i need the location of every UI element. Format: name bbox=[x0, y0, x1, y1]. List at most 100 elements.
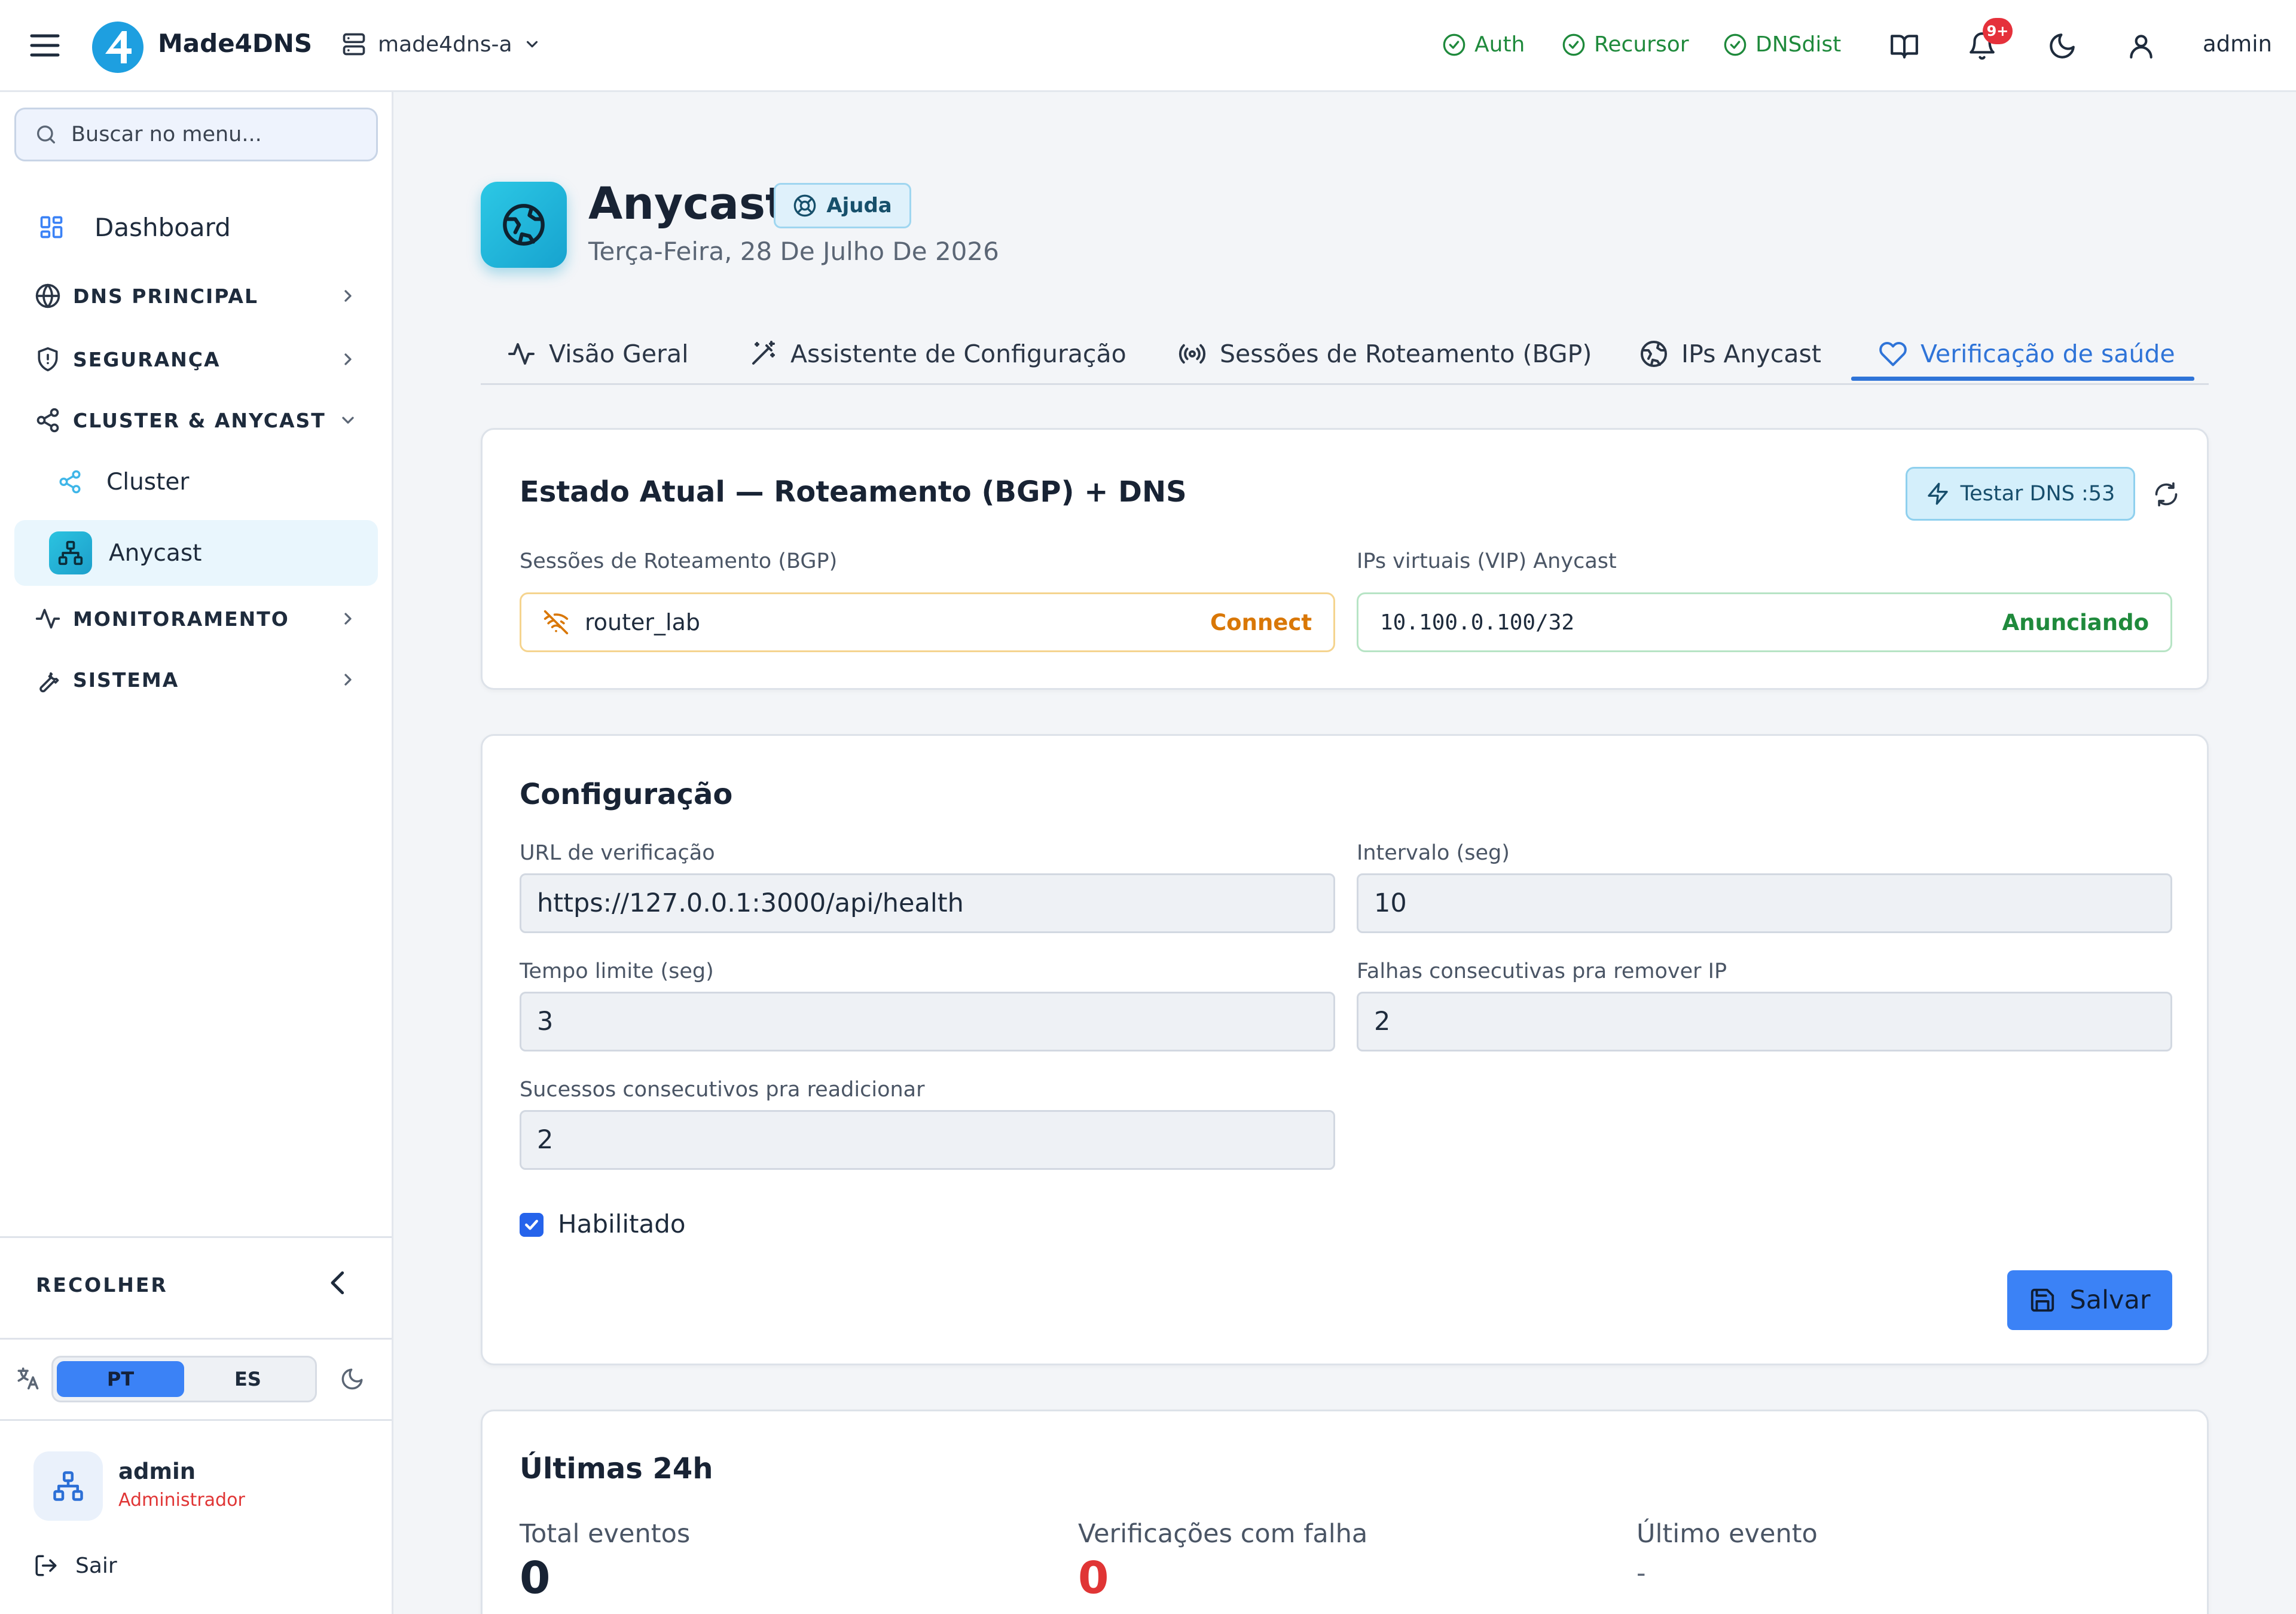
help-button[interactable]: Ajuda bbox=[774, 183, 911, 228]
tab-verificacao-saude[interactable]: Verificação de saúde bbox=[1879, 323, 2175, 385]
server-icon bbox=[341, 31, 367, 57]
sidebar-item-anycast[interactable]: Anycast bbox=[14, 520, 378, 586]
total-events-value: 0 bbox=[520, 1552, 551, 1604]
lang-option-pt[interactable]: PT bbox=[57, 1361, 184, 1397]
brand-name: Made4DNS bbox=[158, 29, 313, 58]
success-threshold-label: Sucessos consecutivos pra readicionar bbox=[520, 1078, 925, 1102]
url-label: URL de verificação bbox=[520, 841, 715, 865]
top-username[interactable]: admin bbox=[2203, 31, 2272, 57]
stats-card: Últimas 24h Total eventos 0 Verificações… bbox=[481, 1410, 2209, 1614]
tab-label: Sessões de Roteamento (BGP) bbox=[1220, 340, 1592, 368]
chevron-left-icon[interactable] bbox=[326, 1268, 350, 1297]
last-event-value: - bbox=[1636, 1558, 1646, 1588]
lightning-icon bbox=[1927, 482, 1948, 505]
page-date: Terça-Feira, 28 De Julho De 2026 bbox=[588, 237, 999, 266]
made4dns-logo-icon bbox=[91, 20, 145, 74]
tab-visao-geral[interactable]: Visão Geral bbox=[507, 323, 689, 385]
share-icon bbox=[57, 469, 83, 494]
sidebar-item-label: Anycast bbox=[109, 539, 202, 567]
lang-option-es[interactable]: ES bbox=[184, 1361, 312, 1397]
bgp-sessions-label: Sessões de Roteamento (BGP) bbox=[520, 549, 838, 573]
notification-badge: 9+ bbox=[1983, 18, 2013, 44]
translate-icon bbox=[14, 1365, 41, 1392]
activity-icon bbox=[35, 606, 61, 632]
moon-icon[interactable] bbox=[340, 1367, 365, 1392]
bgp-session-row[interactable]: router_lab Connect bbox=[520, 592, 1335, 652]
sidebar-section-dns-principal[interactable]: DNS PRINCIPAL bbox=[14, 275, 378, 317]
service-status-auth[interactable]: Auth bbox=[1442, 32, 1525, 57]
refresh-icon[interactable] bbox=[2153, 481, 2179, 508]
total-events-label: Total eventos bbox=[520, 1519, 691, 1549]
user-name: admin bbox=[118, 1459, 196, 1484]
wifi-off-icon bbox=[544, 610, 569, 635]
enabled-checkbox[interactable] bbox=[520, 1213, 544, 1237]
magic-wand-icon bbox=[752, 341, 775, 365]
activity-icon bbox=[508, 343, 535, 365]
chevron-right-icon bbox=[338, 670, 358, 689]
tab-assistente[interactable]: Assistente de Configuração bbox=[749, 323, 1126, 385]
enabled-label[interactable]: Habilitado bbox=[558, 1209, 686, 1239]
page-title: Anycast bbox=[588, 178, 787, 230]
last-event-label: Último evento bbox=[1636, 1519, 1818, 1549]
service-status-dnsdist[interactable]: DNSdist bbox=[1723, 32, 1841, 57]
checkmark-icon bbox=[525, 1219, 538, 1230]
radio-broadcast-icon bbox=[1178, 344, 1206, 364]
sidebar-item-label: Dashboard bbox=[94, 212, 231, 242]
fail-threshold-input[interactable]: 2 bbox=[1357, 992, 2172, 1051]
tab-label: Visão Geral bbox=[549, 340, 689, 368]
hamburger-menu-icon[interactable] bbox=[30, 32, 60, 59]
help-label: Ajuda bbox=[826, 194, 892, 218]
user-icon[interactable] bbox=[2126, 31, 2156, 61]
collapse-label[interactable]: RECOLHER bbox=[36, 1273, 168, 1297]
sidebar-section-sistema[interactable]: SISTEMA bbox=[14, 659, 378, 701]
timeout-input[interactable]: 3 bbox=[520, 992, 1335, 1051]
tab-ips-anycast[interactable]: IPs Anycast bbox=[1639, 323, 1821, 385]
sidebar-section-label: DNS PRINCIPAL bbox=[73, 284, 258, 308]
interval-label: Intervalo (seg) bbox=[1357, 841, 1510, 865]
status-card: Estado Atual — Roteamento (BGP) + DNS Te… bbox=[481, 428, 2209, 690]
logout-button[interactable]: Sair bbox=[33, 1553, 117, 1578]
sidebar-item-label: Cluster bbox=[106, 468, 190, 496]
chevron-down-icon bbox=[523, 35, 541, 53]
heart-icon bbox=[1879, 341, 1907, 366]
logout-icon bbox=[35, 1555, 57, 1576]
menu-search[interactable] bbox=[14, 108, 378, 161]
menu-search-input[interactable] bbox=[71, 123, 358, 146]
language-toggle: PT ES bbox=[51, 1356, 317, 1402]
user-role: Administrador bbox=[118, 1490, 245, 1511]
service-label: Auth bbox=[1474, 32, 1525, 57]
dashboard-grid-icon bbox=[38, 214, 65, 240]
moon-icon[interactable] bbox=[2047, 31, 2077, 61]
success-threshold-input[interactable]: 2 bbox=[520, 1110, 1335, 1170]
anycast-globe-icon bbox=[481, 182, 567, 268]
floppy-disk-icon bbox=[2031, 1288, 2054, 1312]
sidebar-section-cluster-anycast[interactable]: CLUSTER & ANYCAST bbox=[14, 399, 378, 441]
interval-input[interactable]: 10 bbox=[1357, 873, 2172, 933]
vip-row[interactable]: 10.100.0.100/32 Anunciando bbox=[1357, 592, 2172, 652]
server-selector[interactable]: made4dns-a bbox=[341, 31, 541, 57]
save-button[interactable]: Salvar bbox=[2007, 1270, 2172, 1330]
vip-label: IPs virtuais (VIP) Anycast bbox=[1357, 549, 1617, 573]
service-label: DNSdist bbox=[1755, 32, 1842, 57]
chevron-right-icon bbox=[338, 350, 358, 369]
url-input[interactable]: https://127.0.0.1:3000/api/health bbox=[520, 873, 1335, 933]
sidebar-section-seguranca[interactable]: SEGURANÇA bbox=[14, 338, 378, 380]
sidebar-section-monitoramento[interactable]: MONITORAMENTO bbox=[14, 598, 378, 640]
config-card-title: Configuração bbox=[520, 778, 733, 811]
test-dns-button[interactable]: Testar DNS :53 bbox=[1906, 467, 2135, 521]
service-status-recursor[interactable]: Recursor bbox=[1562, 32, 1689, 57]
sidebar-divider bbox=[0, 1236, 392, 1238]
sidebar-item-cluster[interactable]: Cluster bbox=[14, 453, 378, 511]
sidebar: Dashboard DNS PRINCIPAL SEGURANÇA CLUSTE… bbox=[0, 92, 393, 1614]
check-circle-icon bbox=[1562, 33, 1586, 57]
tab-sessoes-bgp[interactable]: Sessões de Roteamento (BGP) bbox=[1178, 323, 1592, 385]
globe-icon bbox=[1641, 341, 1667, 367]
book-open-icon[interactable] bbox=[1889, 31, 1919, 61]
sidebar-item-dashboard[interactable]: Dashboard bbox=[14, 200, 378, 255]
server-name: made4dns-a bbox=[378, 32, 512, 57]
vip-state: Anunciando bbox=[2002, 609, 2150, 635]
vip-address: 10.100.0.100/32 bbox=[1380, 610, 1575, 635]
fail-threshold-label: Falhas consecutivas pra remover IP bbox=[1357, 959, 1727, 983]
sidebar-divider bbox=[0, 1419, 392, 1421]
sidebar-section-label: MONITORAMENTO bbox=[73, 607, 289, 631]
